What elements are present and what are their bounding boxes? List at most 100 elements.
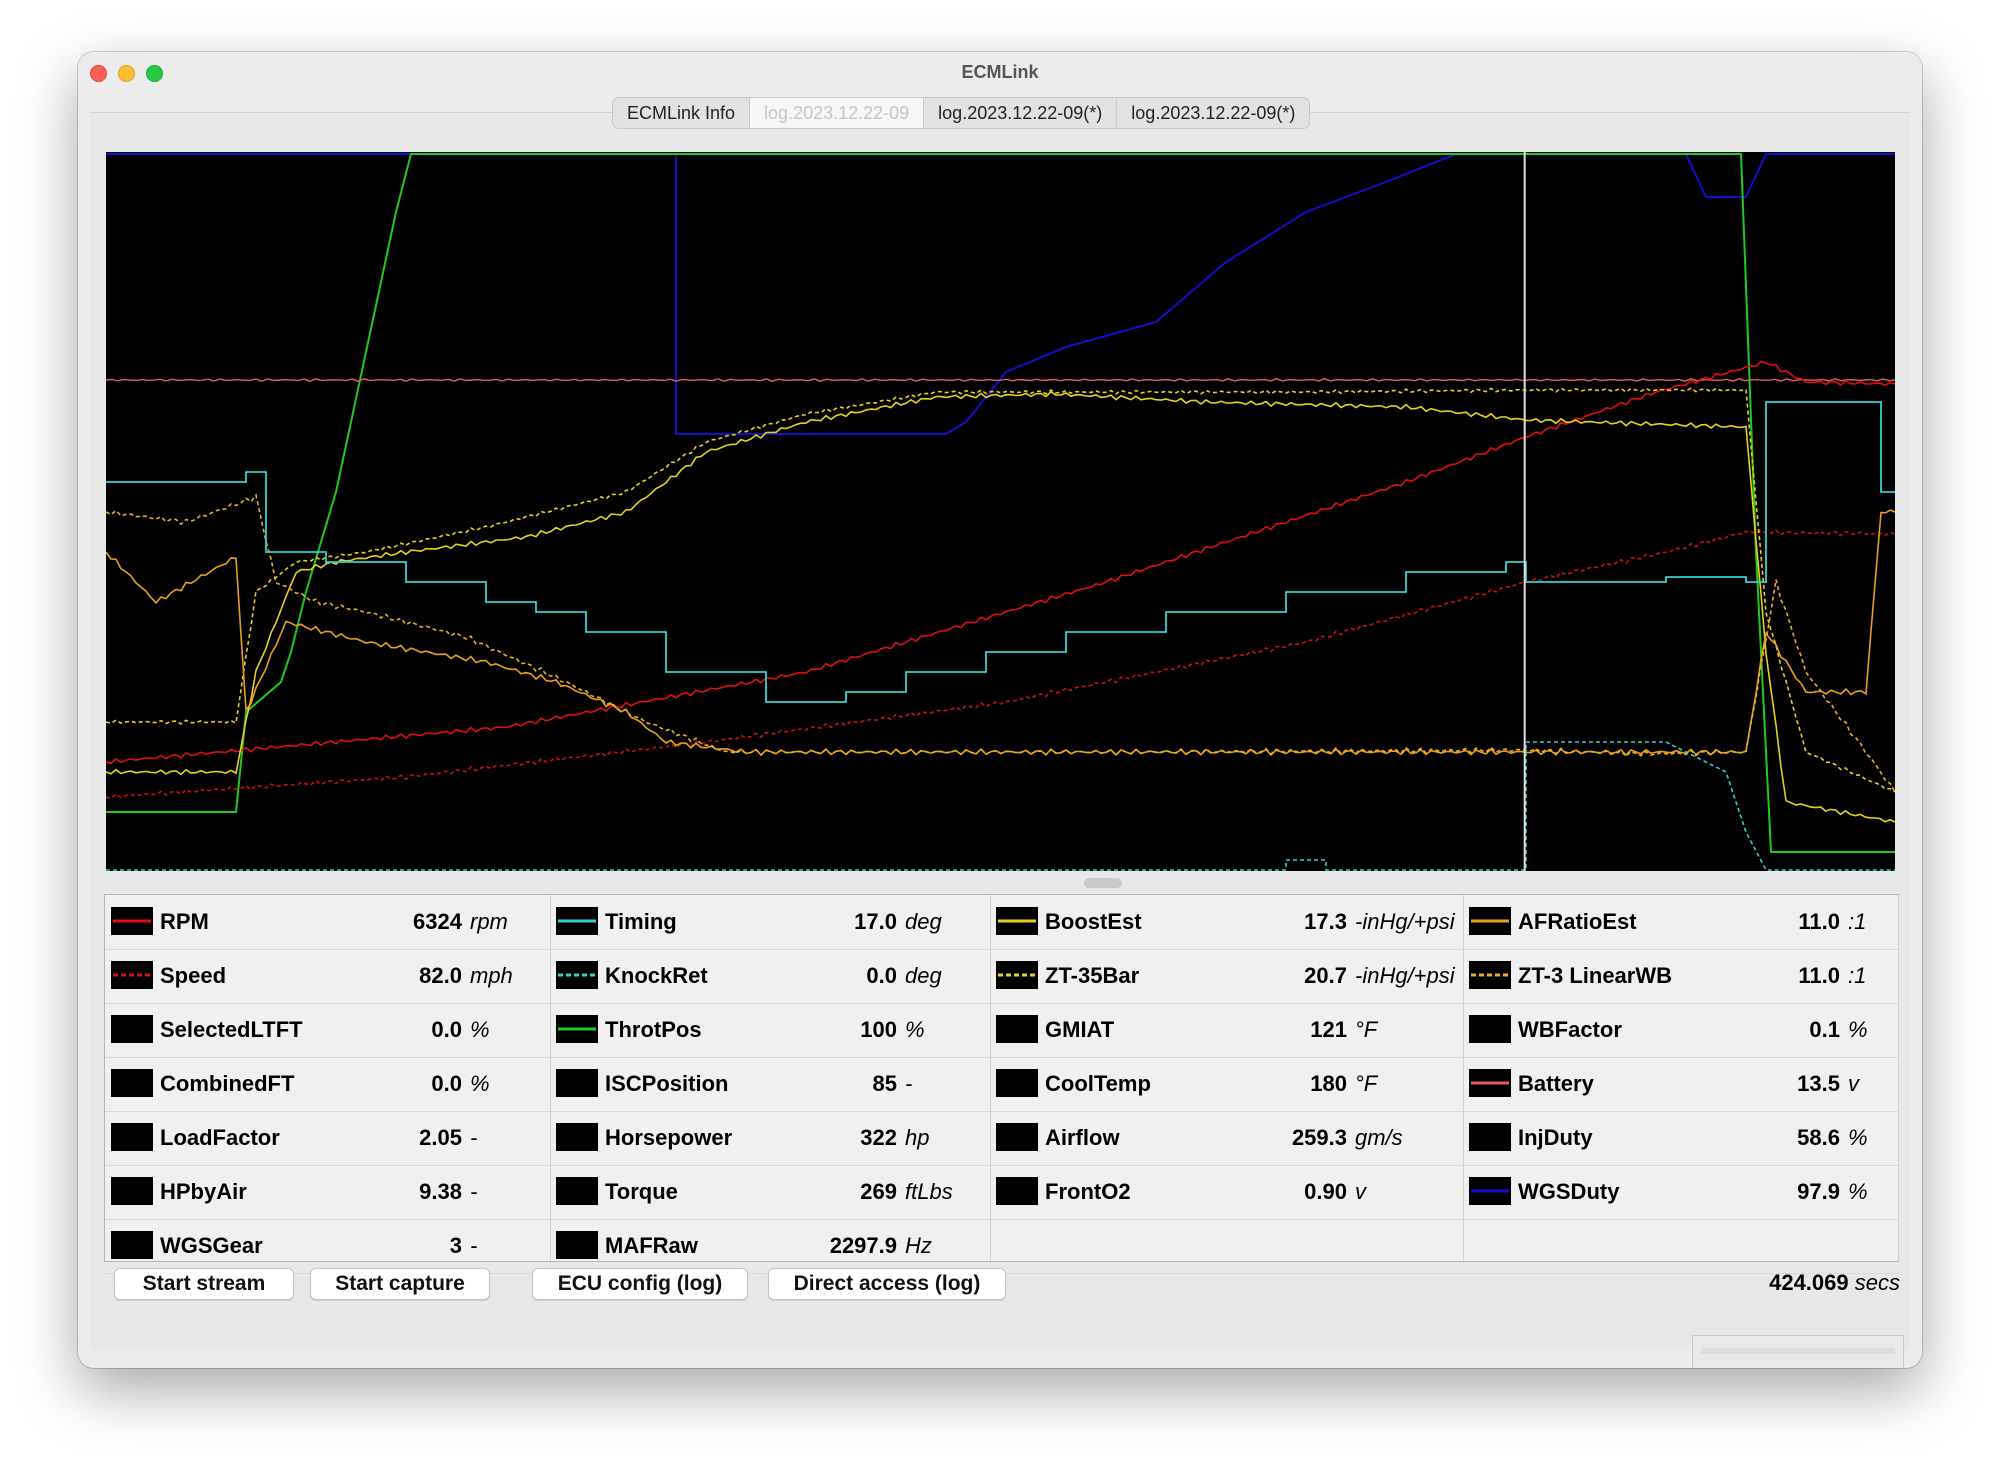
param-unit: rpm [470,909,508,934]
param-row[interactable]: MAFRaw 2297.9 Hz [550,1219,990,1274]
series-color-swatch[interactable] [111,1177,153,1205]
param-row[interactable]: Battery 13.5 v [1463,1057,1898,1112]
param-row[interactable]: KnockRet 0.0 deg [550,949,990,1004]
series-color-swatch[interactable] [556,1123,598,1151]
timing-trace [106,401,1895,703]
param-row[interactable]: ZT-35Bar 20.7 -inHg/+psi [990,949,1463,1004]
param-row[interactable]: WGSDuty 97.9% [1463,1165,1898,1220]
param-row[interactable]: CombinedFT 0.0% [105,1057,550,1112]
series-color-swatch[interactable] [996,1177,1038,1205]
param-row[interactable]: ThrotPos 100% [550,1003,990,1058]
series-color-swatch[interactable] [1469,1069,1511,1097]
param-value: 0.90 [1304,1179,1347,1204]
param-row[interactable] [990,1219,1463,1274]
param-unit: - [905,1071,913,1096]
param-name: KnockRet [605,963,708,988]
param-name: Timing [605,909,677,934]
zt35bar-trace [106,387,1895,793]
param-row[interactable]: AFRatioEst 11.0:1 [1463,895,1898,950]
param-row[interactable]: Horsepower 322 hp [550,1111,990,1166]
param-unit: :1 [1848,963,1867,988]
param-name: WBFactor [1518,1017,1622,1042]
series-color-swatch[interactable] [111,1231,153,1259]
param-row[interactable]: WGSGear 3- [105,1219,550,1274]
param-row[interactable]: CoolTemp 180 °F [990,1057,1463,1112]
param-row[interactable] [1463,1219,1898,1274]
start-capture-button[interactable]: Start capture [310,1268,490,1300]
boostest-trace [106,390,1895,823]
param-row[interactable]: ISCPosition 85- [550,1057,990,1112]
param-row[interactable]: InjDuty 58.6% [1463,1111,1898,1166]
param-row[interactable]: HPbyAir 9.38- [105,1165,550,1220]
series-color-swatch[interactable] [111,1015,153,1043]
param-name: FrontO2 [1045,1179,1131,1204]
param-name: Horsepower [605,1125,733,1150]
param-row[interactable]: GMIAT 121 °F [990,1003,1463,1058]
param-row[interactable]: LoadFactor 2.05- [105,1111,550,1166]
series-color-swatch[interactable] [111,907,153,935]
series-color-swatch[interactable] [556,1177,598,1205]
start-stream-button[interactable]: Start stream [114,1268,294,1300]
series-color-swatch[interactable] [1469,1177,1511,1205]
param-value: 0.1 [1809,1017,1840,1042]
series-color-swatch[interactable] [556,1069,598,1097]
param-value: 17.3 [1304,909,1347,934]
series-color-swatch[interactable] [1469,961,1511,989]
series-color-swatch[interactable] [556,1015,598,1043]
log-graph-canvas[interactable] [106,152,1895,871]
tab-log-active[interactable]: log.2023.12.22-09 [750,98,925,128]
direct-access-button[interactable]: Direct access (log) [768,1268,1006,1300]
param-row[interactable]: SelectedLTFT 0.0% [105,1003,550,1058]
tab-bar: ECMLink Info log.2023.12.22-09 log.2023.… [612,97,1311,129]
param-column-4: AFRatioEst 11.0:1 ZT-3 LinearWB 11.0:1 WBFac… [1463,895,1899,1274]
param-row[interactable]: WBFactor 0.1% [1463,1003,1898,1058]
param-name: GMIAT [1045,1017,1115,1042]
param-unit: °F [1355,1017,1378,1042]
param-row[interactable]: BoostEst 17.3 -inHg/+psi [990,895,1463,950]
series-color-swatch[interactable] [111,1069,153,1097]
tab-log-2[interactable]: log.2023.12.22-09(*) [924,98,1118,128]
param-name: LoadFactor [160,1125,280,1150]
title-bar: ECMLink [78,52,1922,92]
series-color-swatch[interactable] [996,961,1038,989]
param-row[interactable]: Torque 269 ftLbs [550,1165,990,1220]
elapsed-value: 424.069 [1769,1270,1849,1295]
param-name: Torque [605,1179,678,1204]
param-column-2: Timing 17.0 deg KnockRet 0.0 deg ThrotPos 100% I… [550,895,991,1274]
window-title: ECMLink [961,62,1039,82]
series-color-swatch[interactable] [1469,1123,1511,1151]
param-unit: % [470,1071,490,1096]
param-name: SelectedLTFT [160,1017,303,1042]
series-color-swatch[interactable] [996,907,1038,935]
param-value: 11.0 [1798,963,1840,988]
series-color-swatch[interactable] [1469,1015,1511,1043]
param-value: 269 [860,1179,897,1204]
splitter-handle[interactable] [1084,878,1122,888]
elapsed-unit: secs [1854,1270,1900,1295]
param-row[interactable]: Airflow 259.3 gm/s [990,1111,1463,1166]
series-color-swatch[interactable] [556,907,598,935]
series-color-swatch[interactable] [996,1123,1038,1151]
series-color-swatch[interactable] [556,961,598,989]
tab-log-3[interactable]: log.2023.12.22-09(*) [1117,98,1309,128]
series-color-swatch[interactable] [1469,907,1511,935]
param-unit: gm/s [1355,1125,1403,1150]
param-row[interactable]: Timing 17.0 deg [550,895,990,950]
series-color-swatch[interactable] [996,1069,1038,1097]
tab-ecmlink-info[interactable]: ECMLink Info [613,98,751,128]
param-row[interactable]: ZT-3 LinearWB 11.0:1 [1463,949,1898,1004]
param-name: Battery [1518,1071,1594,1096]
log-graph[interactable] [106,152,1895,871]
ecu-config-button[interactable]: ECU config (log) [532,1268,748,1300]
param-unit: % [905,1017,925,1042]
series-color-swatch[interactable] [556,1231,598,1259]
param-row[interactable]: Speed 82.0 mph [105,949,550,1004]
series-color-swatch[interactable] [996,1015,1038,1043]
series-color-swatch[interactable] [111,961,153,989]
param-row[interactable]: RPM 6324 rpm [105,895,550,950]
param-row[interactable]: FrontO2 0.90 v [990,1165,1463,1220]
resize-grip[interactable] [1692,1335,1904,1368]
param-unit: -inHg/+psi [1355,909,1455,934]
param-name: WGSDuty [1518,1179,1620,1204]
series-color-swatch[interactable] [111,1123,153,1151]
